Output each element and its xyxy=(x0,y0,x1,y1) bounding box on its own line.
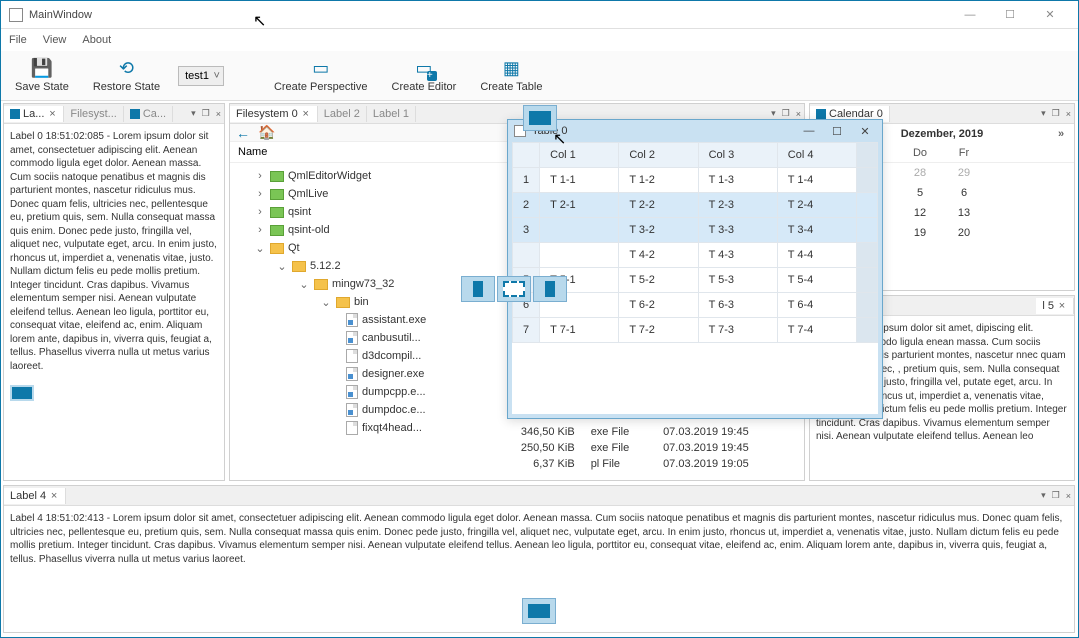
dock-indicator-icon xyxy=(10,385,34,401)
cal-next-icon[interactable]: » xyxy=(1054,128,1068,140)
tab-dropdown-icon[interactable]: ▾ xyxy=(1038,490,1049,501)
perspective-icon: ▭ xyxy=(310,59,332,79)
menu-bar: File View About xyxy=(1,29,1078,51)
tab-detach-icon[interactable]: ❐ xyxy=(199,108,213,119)
menu-file[interactable]: File xyxy=(9,34,27,46)
save-icon: 💾 xyxy=(31,59,53,79)
tab-label1[interactable]: Label 1 xyxy=(367,106,416,122)
tab-dropdown-icon[interactable]: ▾ xyxy=(188,108,199,119)
title-bar: MainWindow — ☐ ✕ xyxy=(1,1,1078,29)
nav-home-icon[interactable]: 🏠 xyxy=(258,124,275,141)
menu-about[interactable]: About xyxy=(82,34,111,46)
data-table[interactable]: Col 1Col 2Col 3Col 4 1T 1-1T 1-2T 1-3T 1… xyxy=(512,142,878,343)
perspective-combo[interactable]: test1 xyxy=(178,66,224,86)
create-table-button[interactable]: ▦ Create Table xyxy=(474,55,548,97)
menu-view[interactable]: View xyxy=(43,34,67,46)
float-close-button[interactable]: ✕ xyxy=(854,125,876,138)
tab-label5[interactable]: l 5× xyxy=(1036,298,1074,314)
label4-panel: Label 4× ▾ ❐ × Label 4 18:51:02:413 - Lo… xyxy=(3,485,1075,633)
table0-window[interactable]: Table 0 — ☐ ✕ Col 1Col 2Col 3Col 4 1T 1-… xyxy=(507,119,883,419)
tab-detach-icon[interactable]: ❐ xyxy=(779,108,793,119)
label0-panel: La...× Filesyst... Ca... ▾ ❐ × Label 0 1… xyxy=(3,103,225,481)
table0-titlebar[interactable]: Table 0 — ☐ ✕ xyxy=(508,120,882,142)
restore-icon: ⟲ xyxy=(115,59,137,79)
editor-icon: ▭+ xyxy=(413,59,435,79)
table0-title: Table 0 xyxy=(532,125,567,137)
float-maximize-button[interactable]: ☐ xyxy=(826,125,848,138)
tab-detach-icon[interactable]: ❐ xyxy=(1049,108,1063,119)
close-button[interactable]: ✕ xyxy=(1030,1,1070,29)
maximize-button[interactable]: ☐ xyxy=(990,1,1030,29)
tab-close-icon[interactable]: × xyxy=(793,109,804,119)
tab-label2[interactable]: Label 2 xyxy=(318,106,367,122)
window-title: MainWindow xyxy=(29,9,950,21)
tab-label0[interactable]: La...× xyxy=(4,106,64,122)
create-editor-button[interactable]: ▭+ Create Editor xyxy=(386,55,463,97)
toolbar: 💾 Save State ⟲ Restore State test1 ▭ Cre… xyxy=(1,51,1078,101)
tab-close-icon[interactable]: × xyxy=(1063,491,1074,501)
nav-back-icon[interactable]: ← xyxy=(236,125,250,141)
tab-close-icon[interactable]: × xyxy=(213,109,224,119)
window-icon xyxy=(514,125,526,137)
tab-dropdown-icon[interactable]: ▾ xyxy=(768,108,779,119)
table-icon: ▦ xyxy=(500,59,522,79)
app-icon xyxy=(9,8,23,22)
file-row: 6,37 KiBpl File07.03.2019 19:05 xyxy=(490,456,790,472)
file-row: 250,50 KiBexe File07.03.2019 19:45 xyxy=(490,440,790,456)
file-row: 346,50 KiBexe File07.03.2019 19:45 xyxy=(490,424,790,440)
tab-label4[interactable]: Label 4× xyxy=(4,488,66,504)
calendar-month: Dezember, 2019 xyxy=(901,128,984,140)
create-perspective-button[interactable]: ▭ Create Perspective xyxy=(268,55,374,97)
tab-filesystem-left[interactable]: Filesyst... xyxy=(64,106,123,122)
label4-text: Label 4 18:51:02:413 - Lorem ipsum dolor… xyxy=(4,506,1074,572)
tab-dropdown-icon[interactable]: ▾ xyxy=(1038,108,1049,119)
label0-text: Label 0 18:51:02:085 - Lorem ipsum dolor… xyxy=(4,124,224,379)
dock-indicator-bottom-icon xyxy=(522,598,556,624)
tab-detach-icon[interactable]: ❐ xyxy=(1049,490,1063,501)
save-state-button[interactable]: 💾 Save State xyxy=(9,55,75,97)
restore-state-button[interactable]: ⟲ Restore State xyxy=(87,55,166,97)
float-minimize-button[interactable]: — xyxy=(798,125,820,137)
minimize-button[interactable]: — xyxy=(950,1,990,29)
tab-close-icon[interactable]: × xyxy=(1063,109,1074,119)
tab-calendar-left[interactable]: Ca... xyxy=(124,106,173,122)
tab-filesystem0[interactable]: Filesystem 0× xyxy=(230,106,318,122)
